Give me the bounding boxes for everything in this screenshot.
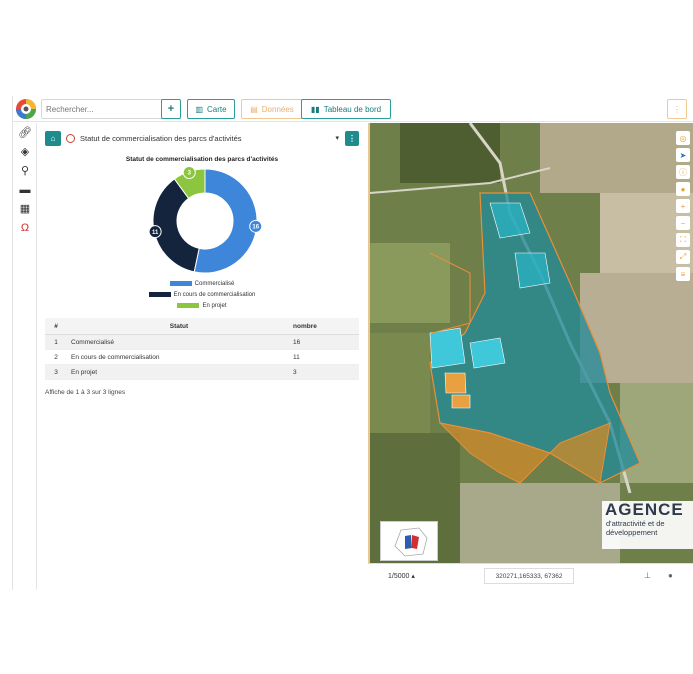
print-icon[interactable]: ▬: [13, 180, 37, 199]
coordinates-display: 320271,165333, 67362: [484, 568, 574, 584]
app-logo-icon[interactable]: [15, 98, 37, 120]
zoom-in-icon[interactable]: +: [676, 199, 690, 213]
legend-item[interactable]: En projet: [97, 300, 307, 311]
list-icon[interactable]: ≡: [676, 267, 690, 281]
chart-title: Statut de commercialisation des parcs d'…: [125, 156, 279, 163]
donut-chart: 16113: [148, 165, 263, 274]
bar-chart-icon: ▮▮: [310, 104, 320, 114]
agence-logo: AGENCE d'attractivité et de développemen…: [602, 501, 693, 549]
carte-button[interactable]: ▥ Carte: [187, 99, 235, 119]
table-row[interactable]: 3 En projet 3: [45, 365, 359, 380]
carte-label: Carte: [207, 104, 227, 114]
table-cell: En projet: [71, 368, 98, 376]
legend-item[interactable]: Commercialisé: [97, 278, 307, 289]
more-menu-button[interactable]: ⋮: [667, 99, 687, 119]
table-icon: ▤: [250, 104, 258, 114]
column-header[interactable]: nombre: [287, 323, 359, 330]
legend-label: Commercialisé: [194, 280, 235, 287]
data-table: # Statut nombre 1 Commercialisé 16 2 En …: [45, 318, 359, 380]
table-cell: 1: [54, 338, 58, 346]
add-button[interactable]: +: [161, 99, 181, 119]
data-label: 11: [152, 230, 159, 236]
table-cell: En cours de commercialisation: [71, 353, 160, 361]
link-icon[interactable]: 🔗︎: [13, 123, 37, 142]
data-label: 16: [252, 225, 259, 231]
plus-label: +: [167, 103, 175, 115]
dashboard-panel: ⌂ Statut de commercialisation des parcs …: [37, 123, 367, 590]
table-row[interactable]: 1 Commercialisé 16: [45, 335, 359, 350]
chart-legend: Commercialisé En cours de commercialisat…: [97, 278, 307, 311]
panel-menu-button[interactable]: ⋮: [345, 130, 359, 146]
legend-label: En projet: [202, 302, 227, 309]
legend-swatch-commercialise: [169, 281, 192, 286]
tableau-de-bord-button[interactable]: ▮▮ Tableau de bord: [301, 99, 391, 119]
measure-icon[interactable]: ⊥: [644, 571, 651, 580]
satellite-map[interactable]: [370, 123, 693, 563]
top-toolbar: + ▥ Carte ▤ Données ▮▮ Tableau de bord ⋮: [13, 96, 693, 122]
agence-subtitle-1: d'attractivité et de: [606, 519, 665, 528]
home-icon: ⌂: [50, 133, 56, 143]
legend-swatch-en-projet: [177, 303, 200, 308]
table-cell: Commercialisé: [71, 338, 114, 346]
table-header: # Statut nombre: [45, 318, 359, 335]
map-icon: ▥: [195, 104, 203, 114]
scale-value: 1/5000: [388, 573, 410, 580]
table-cell: 3: [54, 368, 58, 376]
indicator-select[interactable]: Statut de commercialisation des parcs d'…: [80, 134, 335, 143]
legend-swatch-en-cours: [148, 292, 171, 297]
search-input[interactable]: [41, 99, 169, 119]
legend-item[interactable]: En cours de commercialisation: [97, 289, 307, 300]
legend-label: En cours de commercialisation: [173, 291, 256, 298]
table-row[interactable]: 2 En cours de commercialisation 11: [45, 350, 359, 365]
app-window: + ▥ Carte ▤ Données ▮▮ Tableau de bord ⋮…: [12, 96, 693, 590]
location-icon[interactable]: ●: [676, 182, 690, 196]
cursor-icon[interactable]: ➤: [676, 148, 690, 162]
column-header[interactable]: Statut: [67, 323, 287, 330]
zoom-out-icon[interactable]: −: [676, 216, 690, 230]
map-toolbar: ◎ ➤ ⓘ ● + − ⛶ ⤢ ≡: [676, 131, 692, 284]
fullscreen-icon[interactable]: ⤢: [676, 250, 690, 264]
more-label: ⋮: [673, 104, 681, 114]
extent-icon[interactable]: ⛶: [676, 233, 690, 247]
column-header[interactable]: #: [45, 323, 67, 330]
france-map-icon: [394, 527, 428, 557]
agence-title: AGENCE: [605, 500, 684, 519]
donnees-label: Données: [261, 104, 294, 114]
table-cell: 3: [293, 368, 297, 376]
magnet-icon[interactable]: Ω: [13, 218, 37, 237]
map-status-bar: 1/5000 ▴ 320271,165333, 67362 ⊥ ●: [368, 563, 693, 590]
panel-header: ⌂ Statut de commercialisation des parcs …: [45, 129, 359, 147]
chevron-down-icon[interactable]: ▾: [335, 134, 339, 142]
map-view[interactable]: ◎ ➤ ⓘ ● + − ⛶ ⤢ ≡ AGENCE d'attractivité …: [368, 123, 693, 563]
indicator-icon: [66, 133, 75, 143]
overview-minimap[interactable]: [380, 521, 438, 561]
table-cell: 16: [293, 338, 301, 346]
scale-select[interactable]: 1/5000 ▴: [388, 572, 415, 580]
search-icon[interactable]: ⚲: [13, 161, 37, 180]
donnees-button[interactable]: ▤ Données: [241, 99, 303, 119]
table-footer: Affiche de 1 à 3 sur 3 lignes: [45, 389, 126, 396]
agence-subtitle-2: développement: [606, 528, 658, 537]
tableau-label: Tableau de bord: [323, 104, 382, 114]
table-cell: 2: [54, 353, 58, 361]
map-icon[interactable]: ▦: [13, 199, 37, 218]
target-icon[interactable]: ◎: [676, 131, 690, 145]
globe-icon[interactable]: ●: [668, 571, 673, 580]
layers-icon[interactable]: ◈: [13, 142, 37, 161]
left-sidebar: 🔗︎ ◈ ⚲ ▬ ▦ Ω: [13, 123, 37, 590]
home-button[interactable]: ⌂: [45, 130, 61, 146]
table-cell: 11: [293, 353, 300, 361]
info-icon[interactable]: ⓘ: [676, 165, 690, 179]
